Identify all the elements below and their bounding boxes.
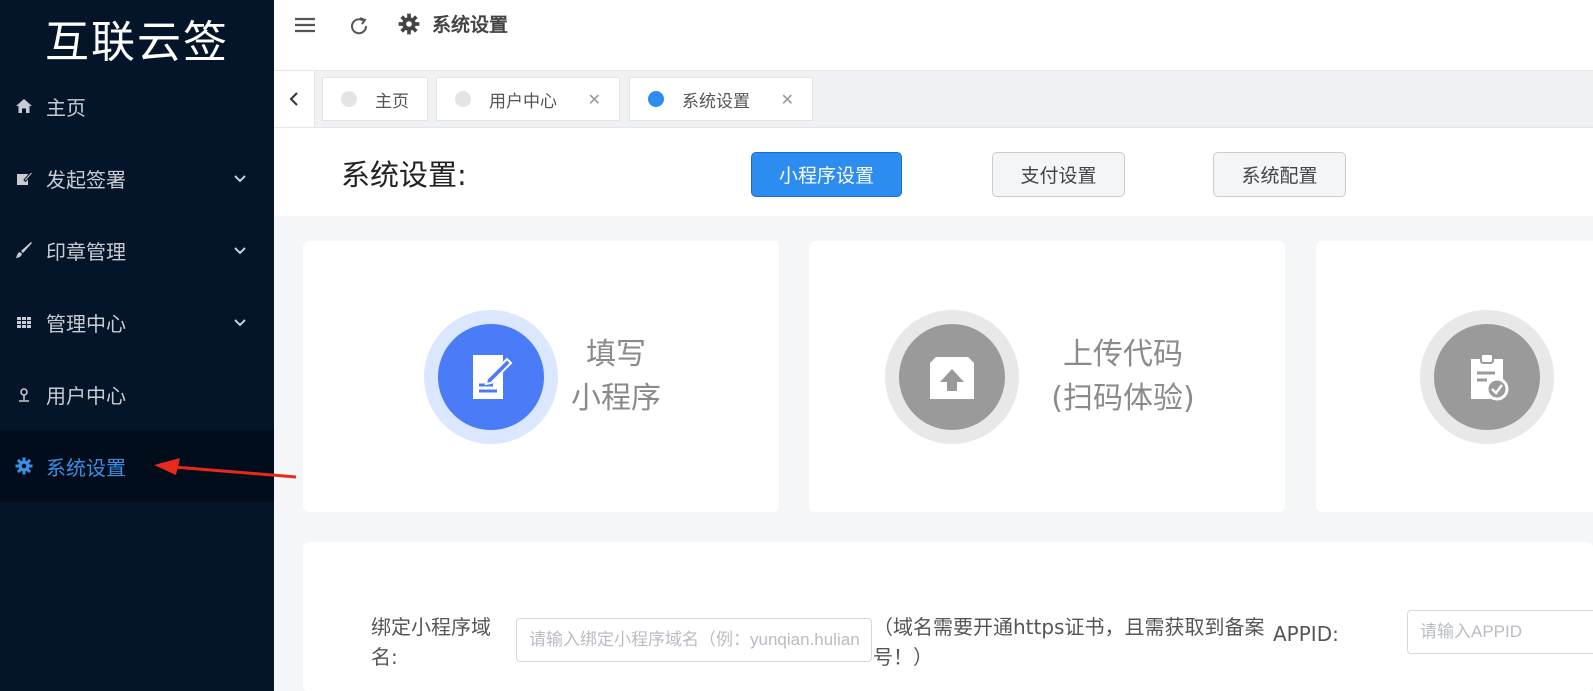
tab-bar: 主页 用户中心 ✕ 系统设置 ✕ xyxy=(274,71,1593,128)
close-icon[interactable]: ✕ xyxy=(781,90,794,109)
sidebar-item-label: 发起签署 xyxy=(46,167,126,192)
step-label-line1: 填写 xyxy=(586,337,646,372)
tab-system-settings[interactable]: 系统设置 ✕ xyxy=(629,77,813,121)
sidebar-item-label: 主页 xyxy=(46,95,86,120)
tab-status-dot xyxy=(341,91,357,107)
tab-user-center[interactable]: 用户中心 ✕ xyxy=(436,77,620,121)
sidebar-item-label: 系统设置 xyxy=(46,455,126,480)
edit-icon xyxy=(14,168,34,188)
tab-scroll-left-button[interactable] xyxy=(274,71,315,127)
step-label-line1: 上传代码 xyxy=(1063,337,1183,372)
home-icon xyxy=(14,96,34,116)
page-breadcrumb-title: 系统设置 xyxy=(432,14,509,36)
clipboard-check-icon xyxy=(1471,353,1509,401)
domain-input[interactable] xyxy=(516,618,872,662)
tab-status-dot xyxy=(648,91,664,107)
sidebar-item-home[interactable]: 主页 xyxy=(0,70,274,142)
tab-status-dot xyxy=(455,91,471,107)
step-card-upload-code[interactable]: 上传代码 (扫码体验) xyxy=(809,241,1285,512)
step-label-line2: 小程序 xyxy=(571,381,661,416)
sidebar-item-management-center[interactable]: 管理中心 xyxy=(0,286,274,358)
tab-label: 用户中心 xyxy=(489,91,557,112)
domain-label: 绑定小程序域名: xyxy=(371,615,491,669)
brush-icon xyxy=(14,240,34,260)
step-card-fill-info[interactable]: 填写 小程序 xyxy=(303,241,779,512)
gear-icon xyxy=(398,13,420,35)
system-config-button[interactable]: 系统配置 xyxy=(1213,152,1346,197)
mini-program-form: 绑定小程序域名: （域名需要开通https证书，且需获取到备案号！） APPID… xyxy=(303,542,1593,691)
payment-settings-button[interactable]: 支付设置 xyxy=(992,152,1125,197)
step-label: 上传代码 (扫码体验) xyxy=(1043,333,1203,421)
chevron-down-icon xyxy=(234,247,246,255)
step-label-line2: (扫码体验) xyxy=(1051,381,1195,416)
tab-label: 主页 xyxy=(375,91,409,112)
settings-header: 系统设置: 小程序设置 支付设置 系统配置 xyxy=(274,128,1593,216)
sidebar-item-label: 管理中心 xyxy=(46,311,126,336)
sidebar-item-user-center[interactable]: 用户中心 xyxy=(0,358,274,430)
tab-label: 系统设置 xyxy=(682,91,750,112)
annotation-arrow xyxy=(154,458,297,479)
step-label: 填写 小程序 xyxy=(561,333,671,421)
chevron-left-icon xyxy=(289,92,298,106)
tab-home[interactable]: 主页 xyxy=(322,77,428,121)
step-icon-circle xyxy=(424,310,558,444)
step-icon-circle xyxy=(885,310,1019,444)
grid-icon xyxy=(14,312,34,332)
appid-input[interactable] xyxy=(1407,610,1593,654)
sidebar-item-seal-management[interactable]: 印章管理 xyxy=(0,214,274,286)
menu-toggle-icon[interactable] xyxy=(292,12,318,38)
sidebar-item-initiate-sign[interactable]: 发起签署 xyxy=(0,142,274,214)
step-card-review[interactable] xyxy=(1316,241,1593,512)
close-icon[interactable]: ✕ xyxy=(588,90,601,109)
app-logo: 互联云签 xyxy=(45,17,229,68)
domain-note: （域名需要开通https证书，且需获取到备案号！） xyxy=(873,615,1265,669)
chevron-down-icon xyxy=(234,175,246,183)
sidebar-item-label: 用户中心 xyxy=(46,383,126,408)
gear-icon xyxy=(14,456,34,476)
topbar: 系统设置 xyxy=(274,0,1593,71)
step-icon-circle xyxy=(1420,310,1554,444)
upload-box-icon xyxy=(930,357,974,399)
appid-label: APPID: xyxy=(1273,622,1339,646)
sidebar: 互联云签 主页 发起签署 印章管理 管理中心 用户中心 系统设置 xyxy=(0,0,274,691)
chevron-down-icon xyxy=(234,319,246,327)
refresh-icon[interactable] xyxy=(346,13,372,39)
user-icon xyxy=(14,384,34,404)
document-edit-icon xyxy=(473,355,513,399)
mini-program-settings-button[interactable]: 小程序设置 xyxy=(751,152,902,197)
page-title: 系统设置: xyxy=(341,158,467,192)
sidebar-item-label: 印章管理 xyxy=(46,239,126,264)
